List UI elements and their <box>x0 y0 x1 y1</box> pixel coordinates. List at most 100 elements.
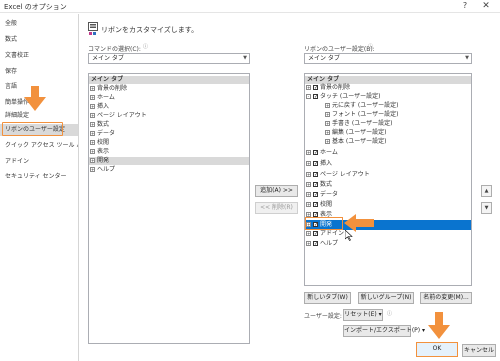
ok-button[interactable]: OK <box>416 342 458 357</box>
list-item-label: 表示 <box>97 148 110 155</box>
checkbox[interactable]: ✓ <box>313 182 318 188</box>
commands-list[interactable]: メイン タブ + 背景の削除 + ホーム + 挿入 + ページ レイアウト + 数式 + デ… <box>88 73 250 344</box>
list-item[interactable]: + 表示 <box>89 148 109 156</box>
rename-button[interactable]: 名前の変更(M)... <box>420 292 472 304</box>
expand-icon[interactable]: + <box>306 202 311 207</box>
nav-item-formulas[interactable]: 数式 <box>0 34 78 46</box>
nav-item-proofing[interactable]: 文書校正 <box>0 50 78 62</box>
list-item[interactable]: + ホーム <box>89 94 115 102</box>
list-item[interactable]: + データ <box>89 130 115 138</box>
tree-item[interactable]: + ✓ 数式 <box>305 181 332 189</box>
checkbox[interactable]: ✓ <box>313 192 318 198</box>
expand-icon[interactable]: + <box>90 104 95 109</box>
choose-commands-value: メイン タブ <box>92 55 124 62</box>
expand-icon[interactable]: + <box>325 112 330 117</box>
choose-commands-dropdown[interactable]: メイン タブ ▼ <box>88 53 250 64</box>
nav-item-save[interactable]: 保存 <box>0 66 78 78</box>
expand-icon[interactable]: + <box>325 103 330 108</box>
move-down-button[interactable]: ▼ <box>481 202 492 214</box>
developer-tab-highlight <box>305 217 343 230</box>
checkbox[interactable]: ✓ <box>313 202 318 208</box>
info-icon: ⓘ <box>143 44 149 50</box>
collapse-icon[interactable]: - <box>306 94 311 99</box>
checkbox[interactable]: ✓ <box>313 241 318 247</box>
customize-ribbon-label: リボンのユーザー設定(B): <box>304 46 375 53</box>
nav-selection-highlight <box>2 122 63 136</box>
tree-item[interactable]: + ✓ 挿入 <box>305 160 332 168</box>
list-item-selected[interactable]: + 開発 <box>89 157 249 165</box>
expand-icon[interactable]: + <box>306 172 311 177</box>
list-item-label: ホーム <box>97 94 115 101</box>
expand-icon[interactable]: + <box>306 161 311 166</box>
expand-icon[interactable]: + <box>306 150 311 155</box>
list-item-label: ページ レイアウト <box>97 112 147 119</box>
remove-button[interactable]: << 削除(R) <box>255 202 298 214</box>
nav-item-general[interactable]: 全般 <box>0 18 78 30</box>
tree-item[interactable]: + 編集 (ユーザー設定) <box>305 129 386 137</box>
tree-item[interactable]: + 基本 (ユーザー設定) <box>305 138 386 146</box>
expand-icon[interactable]: + <box>325 121 330 126</box>
checkbox[interactable]: ✓ <box>313 150 318 156</box>
tree-item[interactable]: + 手書き (ユーザー設定) <box>305 120 392 128</box>
list-header: メイン タブ <box>89 76 249 84</box>
expand-icon[interactable]: + <box>306 241 311 246</box>
reset-button[interactable]: リセット(E) ▾ <box>343 309 383 321</box>
nav-item-quick-access-toolbar[interactable]: クイック アクセス ツール バー <box>0 140 78 152</box>
arrow-down-icon <box>428 312 450 339</box>
nav-item-addins[interactable]: アドイン <box>0 156 78 168</box>
tree-item[interactable]: + フォント (ユーザー設定) <box>305 111 398 119</box>
expand-icon[interactable]: + <box>306 182 311 187</box>
checkbox[interactable]: ✓ <box>313 161 318 167</box>
expand-icon[interactable]: + <box>90 86 95 91</box>
list-item[interactable]: + 数式 <box>89 121 109 129</box>
list-item[interactable]: + 挿入 <box>89 103 109 111</box>
checkbox[interactable]: ✓ <box>313 172 318 178</box>
tree-item[interactable]: + ✓ ヘルプ <box>305 240 338 248</box>
move-up-button[interactable]: ▲ <box>481 185 492 197</box>
expand-icon[interactable]: + <box>90 158 95 163</box>
expand-icon[interactable]: + <box>90 113 95 118</box>
customize-ribbon-dropdown[interactable]: メイン タブ ▼ <box>304 53 472 64</box>
info-icon: ⓘ <box>387 311 393 317</box>
mouse-cursor-icon <box>345 230 353 241</box>
expand-icon[interactable]: + <box>325 139 330 144</box>
cancel-button[interactable]: キャンセル <box>462 344 496 357</box>
tree-item[interactable]: + ✓ 背景の削除 <box>305 84 350 92</box>
tree-item[interactable]: + ✓ アドイン <box>305 230 344 238</box>
expand-icon[interactable]: + <box>306 85 311 90</box>
new-group-button[interactable]: 新しいグループ(N) <box>358 292 414 304</box>
header-title: リボンをカスタマイズします。 <box>101 26 199 34</box>
options-nav: 全般 数式 文書校正 保存 言語 簡単操作 詳細設定 リボンのユーザー設定 クイ… <box>0 14 79 361</box>
checkbox[interactable]: ✓ <box>313 94 318 100</box>
list-item[interactable]: + ヘルプ <box>89 166 115 174</box>
expand-icon[interactable]: + <box>90 167 95 172</box>
tree-item[interactable]: - ✓ タッチ (ユーザー設定) <box>305 93 380 101</box>
close-button[interactable]: ✕ <box>480 1 492 12</box>
expand-icon[interactable]: + <box>90 131 95 136</box>
help-button[interactable]: ? <box>460 1 470 12</box>
expand-icon[interactable]: + <box>90 140 95 145</box>
add-button[interactable]: 追加(A) >> <box>255 185 298 197</box>
expand-icon[interactable]: + <box>90 122 95 127</box>
expand-icon[interactable]: + <box>306 231 311 236</box>
tree-item-label: データ <box>320 191 339 198</box>
import-export-button[interactable]: インポート/エクスポート(P) ▾ <box>343 325 425 337</box>
tree-item[interactable]: + 元に戻す (ユーザー設定) <box>305 102 398 110</box>
expand-icon[interactable]: + <box>306 192 311 197</box>
checkbox[interactable]: ✓ <box>313 231 318 237</box>
list-item[interactable]: + ページ レイアウト <box>89 112 147 120</box>
expand-icon[interactable]: + <box>90 149 95 154</box>
new-tab-button[interactable]: 新しいタブ(W) <box>304 292 351 304</box>
tree-item[interactable]: + ✓ ページ レイアウト <box>305 171 370 179</box>
checkbox[interactable]: ✓ <box>313 85 318 91</box>
list-item[interactable]: + 校閲 <box>89 139 109 147</box>
nav-item-trust-center[interactable]: セキュリティ センター <box>0 171 78 183</box>
ribbon-tabs-tree[interactable]: メイン タブ + ✓ 背景の削除 - ✓ タッチ (ユーザー設定) + 元に戻す (ユーザ… <box>304 73 472 286</box>
tree-item[interactable]: + ✓ ホーム <box>305 149 338 157</box>
tree-item[interactable]: + ✓ データ <box>305 191 338 199</box>
expand-icon[interactable]: + <box>325 130 330 135</box>
tree-item-label: タッチ (ユーザー設定) <box>320 93 381 100</box>
list-item[interactable]: + 背景の削除 <box>89 85 127 93</box>
expand-icon[interactable]: + <box>90 95 95 100</box>
tree-item[interactable]: + ✓ 校閲 <box>305 201 332 209</box>
